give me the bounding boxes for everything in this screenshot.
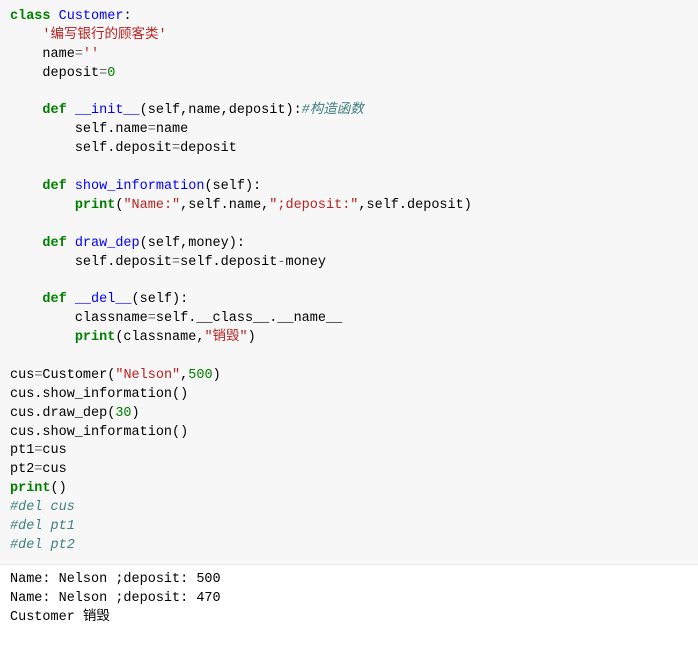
show-params: (self):: [204, 179, 261, 194]
print-empty: (): [51, 481, 67, 496]
output-line2: Name: Nelson ;deposit: 470: [10, 591, 221, 606]
method-init: __init__: [75, 103, 140, 118]
call-draw-pre: cus.draw_dep(: [10, 406, 115, 421]
num-500: 500: [188, 368, 212, 383]
op-eq: =: [148, 311, 156, 326]
keyword-print: print: [75, 330, 116, 345]
init-params: (self,name,deposit):: [140, 103, 302, 118]
output-line1: Name: Nelson ;deposit: 500: [10, 572, 221, 587]
method-draw: draw_dep: [75, 236, 140, 251]
draw-rhs1: self.deposit: [180, 255, 277, 270]
deposit-rhs: deposit: [180, 141, 237, 156]
call-show1: cus.show_information(): [10, 387, 188, 402]
colon: :: [123, 9, 131, 24]
draw-rhs2: money: [285, 255, 326, 270]
name-rhs: name: [156, 122, 188, 137]
comment-del-cus: #del cus: [10, 500, 75, 515]
class-name: Customer: [59, 9, 124, 24]
method-show: show_information: [75, 179, 205, 194]
cus-lhs: cus: [10, 368, 34, 383]
del-params: (self):: [132, 292, 189, 307]
self-name: self.name: [75, 122, 148, 137]
str-nelson: "Nelson": [115, 368, 180, 383]
show-mid: ,self.name,: [180, 198, 269, 213]
op-eq: =: [172, 141, 180, 156]
keyword-def: def: [42, 292, 66, 307]
comment-constructor: #构造函数: [302, 103, 364, 118]
classname-lhs: classname: [75, 311, 148, 326]
str-destroy: "销毁": [204, 330, 247, 345]
self-deposit: self.deposit: [75, 141, 172, 156]
keyword-def: def: [42, 179, 66, 194]
pt2-lhs: pt2: [10, 462, 34, 477]
draw-lhs: self.deposit: [75, 255, 172, 270]
num-zero: 0: [107, 66, 115, 81]
attr-deposit: deposit: [42, 66, 99, 81]
keyword-def: def: [42, 236, 66, 251]
pt1-lhs: pt1: [10, 443, 34, 458]
attr-name: name: [42, 47, 74, 62]
comment-del-pt1: #del pt1: [10, 519, 75, 534]
customer-call: Customer(: [42, 368, 115, 383]
pt2-rhs: cus: [42, 462, 66, 477]
keyword-print: print: [10, 481, 51, 496]
str-deposit: ";deposit:": [269, 198, 358, 213]
keyword-class: class: [10, 9, 51, 24]
keyword-def: def: [42, 103, 66, 118]
output-cell: Name: Nelson ;deposit: 500 Name: Nelson …: [0, 564, 698, 648]
call-show2: cus.show_information(): [10, 425, 188, 440]
draw-params: (self,money):: [140, 236, 245, 251]
pt1-rhs: cus: [42, 443, 66, 458]
str-name: "Name:": [123, 198, 180, 213]
del-close: ): [248, 330, 256, 345]
call-draw-post: ): [132, 406, 140, 421]
docstring: '编写银行的顾客类': [42, 28, 166, 43]
op-eq: =: [148, 122, 156, 137]
method-del: __del__: [75, 292, 132, 307]
classname-rhs: self.__class__.__name__: [156, 311, 342, 326]
show-tail: ,self.deposit): [358, 198, 471, 213]
del-print-args: (classname,: [115, 330, 204, 345]
empty-string: '': [83, 47, 99, 62]
op-eq: =: [172, 255, 180, 270]
output-line3: Customer 销毁: [10, 610, 110, 625]
op-eq: =: [75, 47, 83, 62]
paren-close: ): [213, 368, 221, 383]
comment-del-pt2: #del pt2: [10, 538, 75, 553]
code-cell: class Customer: '编写银行的顾客类' name='' depos…: [0, 0, 698, 564]
keyword-print: print: [75, 198, 116, 213]
num-30: 30: [115, 406, 131, 421]
